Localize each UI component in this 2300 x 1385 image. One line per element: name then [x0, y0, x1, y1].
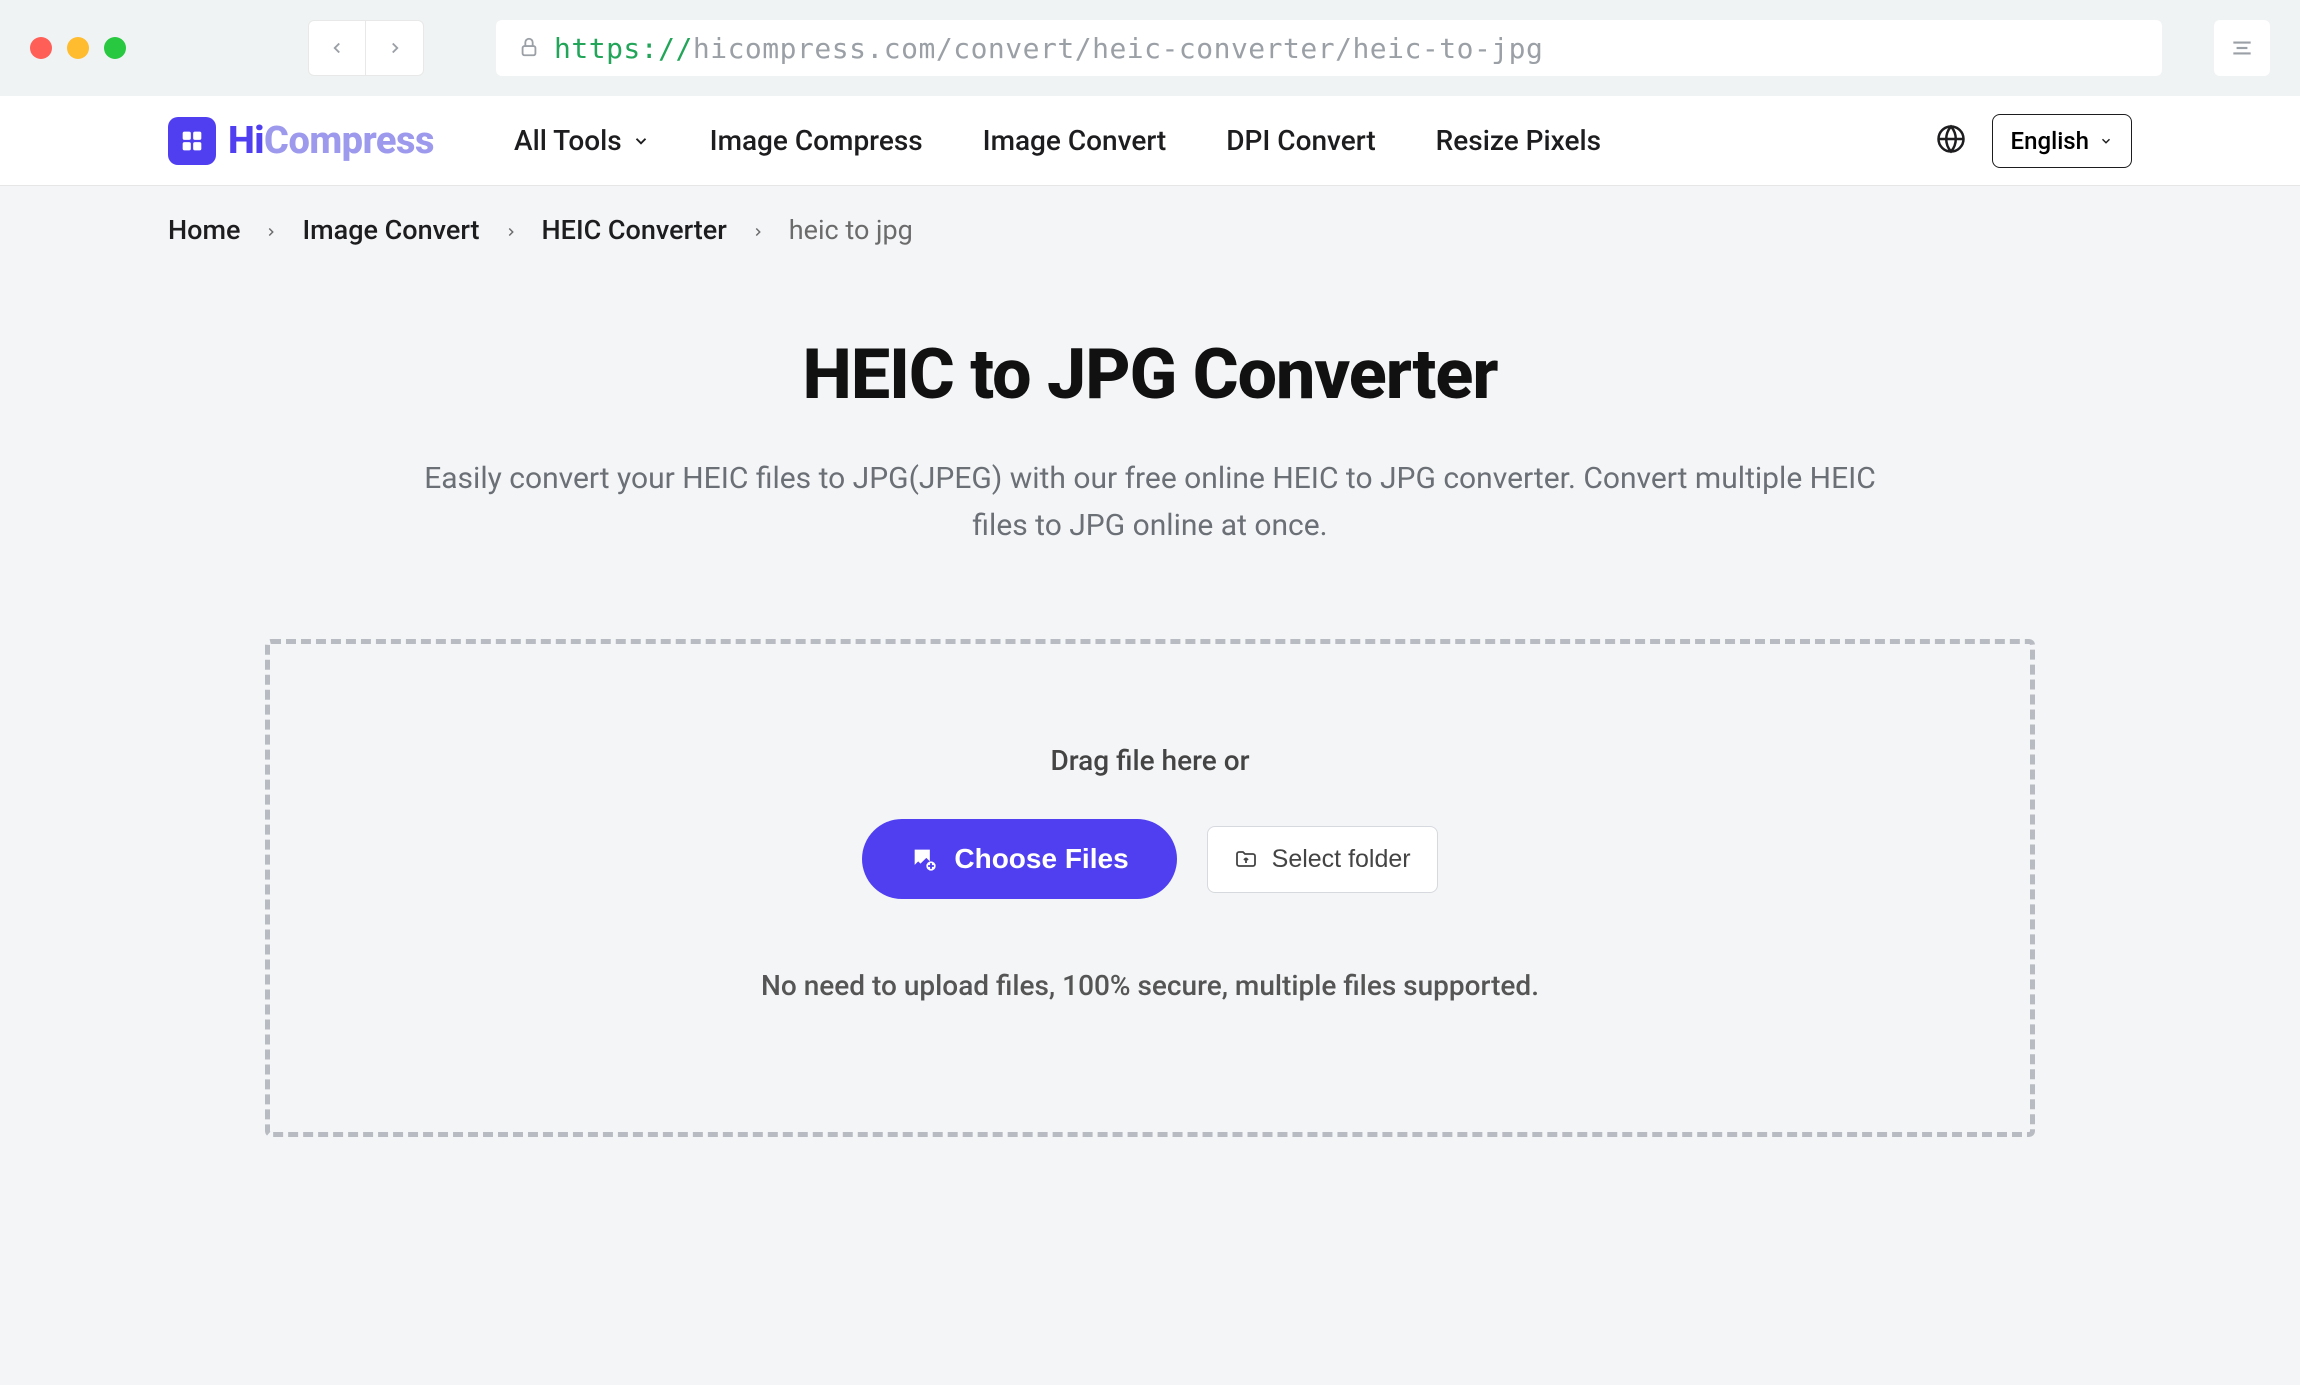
breadcrumb-home[interactable]: Home — [168, 214, 240, 246]
breadcrumb-sep — [264, 214, 278, 246]
breadcrumb-heic-converter[interactable]: HEIC Converter — [542, 214, 727, 246]
logo-badge-icon — [168, 117, 216, 165]
chevron-down-icon — [2099, 134, 2113, 148]
dropzone-label: Drag file here or — [1050, 744, 1249, 777]
nav-dpi-convert[interactable]: DPI Convert — [1226, 124, 1375, 157]
globe-icon[interactable] — [1936, 124, 1966, 158]
nav-all-tools[interactable]: All Tools — [514, 124, 650, 157]
window-close-button[interactable] — [30, 37, 52, 59]
logo-text-compress: Compress — [264, 119, 434, 163]
nav-image-convert-label: Image Convert — [983, 124, 1167, 157]
select-folder-label: Select folder — [1272, 845, 1411, 874]
image-add-icon — [910, 845, 938, 873]
nav-image-compress-label: Image Compress — [710, 124, 923, 157]
menu-icon — [2229, 35, 2255, 61]
logo-text-hi: Hi — [228, 119, 264, 163]
dropzone-note: No need to upload files, 100% secure, mu… — [761, 969, 1539, 1002]
logo[interactable]: HiCompress — [168, 117, 434, 165]
window-minimize-button[interactable] — [67, 37, 89, 59]
breadcrumb-current: heic to jpg — [789, 214, 913, 246]
site-header: HiCompress All Tools Image Compress Imag… — [0, 96, 2300, 186]
chevron-right-icon — [386, 39, 404, 57]
choose-files-label: Choose Files — [954, 843, 1128, 875]
chevron-down-icon — [632, 132, 650, 150]
nav-image-convert[interactable]: Image Convert — [983, 124, 1167, 157]
lock-icon — [518, 32, 540, 65]
nav-all-tools-label: All Tools — [514, 124, 622, 157]
url-path: hicompress.com/convert/heic-converter/he… — [693, 32, 1544, 65]
nav-dpi-convert-label: DPI Convert — [1226, 124, 1375, 157]
browser-forward-button[interactable] — [366, 20, 424, 76]
browser-menu-button[interactable] — [2214, 20, 2270, 76]
address-bar[interactable]: https://hicompress.com/convert/heic-conv… — [496, 20, 2162, 76]
url-protocol: https:// — [554, 32, 693, 65]
page-title: HEIC to JPG Converter — [168, 334, 2132, 416]
browser-chrome: https://hicompress.com/convert/heic-conv… — [0, 0, 2300, 96]
breadcrumb-sep — [504, 214, 518, 246]
page-subtitle: Easily convert your HEIC files to JPG(JP… — [400, 456, 1900, 549]
main-content: HEIC to JPG Converter Easily convert you… — [0, 274, 2300, 1137]
breadcrumb-image-convert[interactable]: Image Convert — [302, 214, 479, 246]
breadcrumb: Home Image Convert HEIC Converter heic t… — [0, 186, 2300, 274]
browser-nav-buttons — [308, 20, 424, 76]
folder-upload-icon — [1234, 847, 1258, 871]
chevron-left-icon — [328, 39, 346, 57]
choose-files-button[interactable]: Choose Files — [862, 819, 1176, 899]
select-folder-button[interactable]: Select folder — [1207, 826, 1438, 893]
window-maximize-button[interactable] — [104, 37, 126, 59]
dropzone[interactable]: Drag file here or Choose Files Select fo… — [265, 639, 2035, 1137]
window-controls — [30, 37, 126, 59]
breadcrumb-sep — [751, 214, 765, 246]
language-label: English — [2011, 127, 2089, 155]
browser-back-button[interactable] — [308, 20, 366, 76]
logo-text: HiCompress — [228, 119, 434, 163]
nav-resize-pixels-label: Resize Pixels — [1436, 124, 1601, 157]
nav-links: All Tools Image Compress Image Convert D… — [514, 124, 1936, 157]
dropzone-buttons: Choose Files Select folder — [862, 819, 1437, 899]
nav-resize-pixels[interactable]: Resize Pixels — [1436, 124, 1601, 157]
header-right: English — [1936, 114, 2132, 168]
nav-image-compress[interactable]: Image Compress — [710, 124, 923, 157]
language-selector[interactable]: English — [1992, 114, 2132, 168]
